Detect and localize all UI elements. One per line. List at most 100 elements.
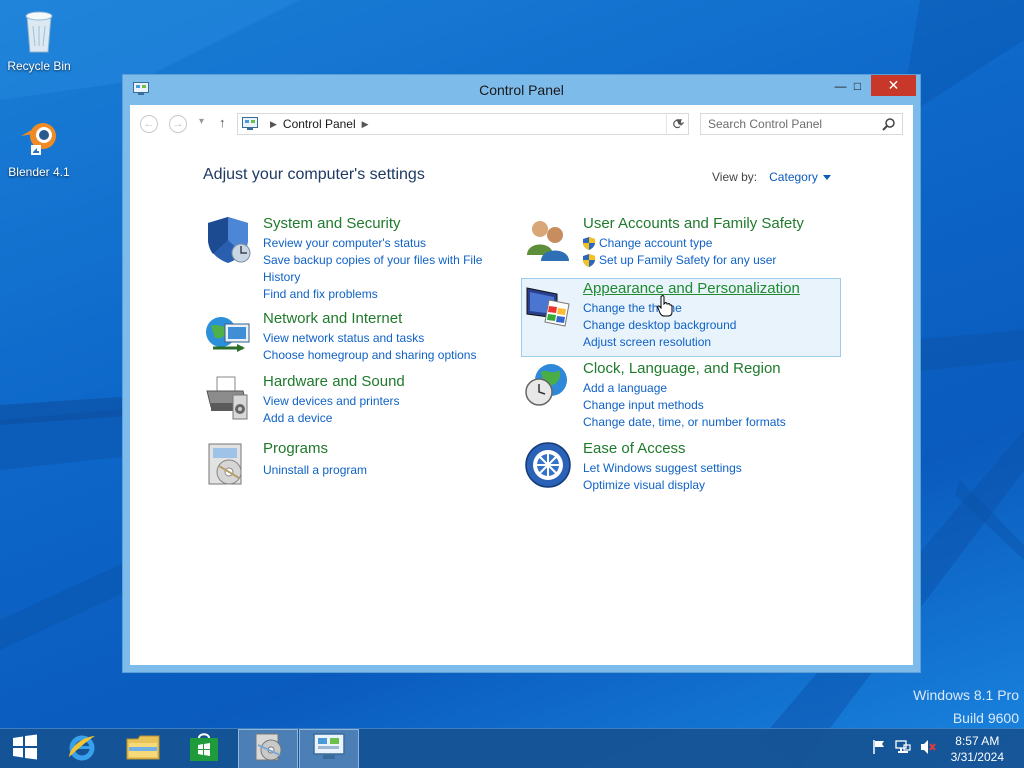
- recent-locations-button[interactable]: ▾: [199, 116, 204, 127]
- clock-time: 8:57 AM: [955, 734, 1000, 748]
- link-find-fix[interactable]: Find and fix problems: [263, 286, 482, 303]
- back-button[interactable]: ←: [140, 115, 158, 133]
- page-title: Adjust your computer's settings: [203, 166, 425, 183]
- breadcrumb-control-panel[interactable]: Control Panel: [283, 117, 356, 131]
- category-hardware-and-sound: Hardware and Sound View devices and prin…: [203, 373, 503, 433]
- category-links: Change account type Set up Family Safety…: [583, 235, 776, 269]
- programs-icon[interactable]: [203, 440, 253, 490]
- link-review-status[interactable]: Review your computer's status: [263, 235, 482, 252]
- category-links: Uninstall a program: [263, 462, 367, 479]
- category-title[interactable]: System and Security: [263, 215, 401, 232]
- taskbar-file-explorer[interactable]: [113, 729, 173, 768]
- blender-icon: [1, 116, 77, 163]
- start-icon: [12, 734, 38, 765]
- category-links: Add a language Change input methods Chan…: [583, 380, 786, 431]
- shield-icon[interactable]: [203, 215, 253, 265]
- link-visual-display[interactable]: Optimize visual display: [583, 477, 742, 494]
- control-panel-window: Control Panel — □ ✕ ← → ▾ ↑ ▶ Control Pa…: [122, 74, 921, 673]
- forward-button[interactable]: →: [169, 115, 187, 133]
- chevron-down-icon[interactable]: [822, 175, 831, 181]
- link-family-safety[interactable]: Set up Family Safety for any user: [583, 252, 776, 269]
- maximize-button[interactable]: □: [844, 75, 871, 96]
- taskbar-control-panel[interactable]: [299, 729, 359, 768]
- category-title[interactable]: Appearance and Personalization: [583, 280, 800, 297]
- clock-date: 3/31/2024: [950, 750, 1004, 764]
- link-homegroup[interactable]: Choose homegroup and sharing options: [263, 347, 476, 364]
- desktop-icon-blender[interactable]: Blender 4.1: [1, 116, 77, 179]
- start-button[interactable]: [0, 729, 50, 768]
- category-links: Review your computer's status Save backu…: [263, 235, 482, 303]
- media-icon: [252, 731, 284, 768]
- category-title[interactable]: Clock, Language, and Region: [583, 360, 781, 377]
- close-button[interactable]: ✕: [871, 75, 916, 96]
- link-save-backup[interactable]: Save backup copies of your files with Fi…: [263, 252, 482, 269]
- up-button[interactable]: ↑: [219, 115, 226, 130]
- network-icon[interactable]: [895, 739, 911, 760]
- watermark-edition: Windows 8.1 Pro: [913, 687, 1019, 703]
- desktop-icon-label: Blender 4.1: [8, 165, 70, 179]
- category-network-and-internet: Network and Internet View network status…: [203, 310, 503, 370]
- link-date-formats[interactable]: Change date, time, or number formats: [583, 414, 786, 431]
- action-center-flag-icon[interactable]: [872, 739, 886, 760]
- link-change-account-type[interactable]: Change account type: [583, 235, 776, 252]
- users-icon[interactable]: [523, 215, 573, 265]
- view-by-label: View by:: [712, 170, 758, 184]
- address-bar[interactable]: ▶ Control Panel ▶ ▼: [237, 113, 689, 135]
- desktop-icon-label: Recycle Bin: [7, 59, 71, 73]
- category-programs: Programs Uninstall a program: [203, 440, 503, 490]
- search-icon[interactable]: [882, 117, 896, 136]
- link-screen-resolution[interactable]: Adjust screen resolution: [583, 334, 736, 351]
- window-content: ← → ▾ ↑ ▶ Control Panel ▶ ▼ ⟳ Search Con…: [130, 105, 913, 665]
- title-bar[interactable]: Control Panel — □ ✕: [123, 75, 920, 105]
- category-title[interactable]: Network and Internet: [263, 310, 402, 327]
- link-uninstall[interactable]: Uninstall a program: [263, 462, 367, 479]
- clock-globe-icon[interactable]: [523, 360, 573, 410]
- network-icon[interactable]: [203, 310, 253, 360]
- desktop-icon-recycle-bin[interactable]: Recycle Bin: [1, 6, 77, 73]
- taskbar: 8:57 AM 3/31/2024: [0, 728, 1024, 768]
- category-title[interactable]: User Accounts and Family Safety: [583, 215, 804, 232]
- category-system-and-security: System and Security Review your computer…: [203, 215, 503, 305]
- control-panel-icon: [313, 732, 345, 766]
- category-user-accounts: User Accounts and Family Safety Change a…: [523, 215, 833, 275]
- category-clock-language-region: Clock, Language, and Region Add a langua…: [523, 360, 833, 435]
- search-input[interactable]: [701, 117, 871, 131]
- volume-muted-icon[interactable]: [920, 739, 936, 760]
- recycle-bin-icon: [1, 6, 77, 57]
- category-ease-of-access: Ease of Access Let Windows suggest setti…: [523, 440, 833, 500]
- taskbar-media[interactable]: [238, 729, 298, 768]
- category-title[interactable]: Hardware and Sound: [263, 373, 405, 390]
- printer-icon[interactable]: [203, 373, 253, 423]
- category-links: View devices and printers Add a device: [263, 393, 400, 427]
- internet-explorer-icon: [66, 731, 98, 768]
- system-tray: [872, 729, 936, 768]
- link-suggest-settings[interactable]: Let Windows suggest settings: [583, 460, 742, 477]
- refresh-button[interactable]: ⟳: [666, 113, 690, 135]
- link-network-status[interactable]: View network status and tasks: [263, 330, 476, 347]
- search-box[interactable]: [700, 113, 903, 135]
- category-appearance-and-personalization: Appearance and Personalization Change th…: [523, 280, 833, 355]
- taskbar-internet-explorer[interactable]: [52, 729, 112, 768]
- ease-of-access-icon[interactable]: [523, 440, 573, 490]
- category-links: View network status and tasks Choose hom…: [263, 330, 476, 364]
- link-add-language[interactable]: Add a language: [583, 380, 786, 397]
- link-add-device[interactable]: Add a device: [263, 410, 400, 427]
- link-devices-printers[interactable]: View devices and printers: [263, 393, 400, 410]
- view-by: View by: Category: [712, 170, 831, 184]
- window-title: Control Panel: [479, 82, 564, 98]
- refresh-icon: ⟳: [672, 115, 685, 132]
- category-title[interactable]: Programs: [263, 440, 328, 457]
- uac-shield-icon: [583, 254, 595, 272]
- chevron-right-icon[interactable]: ▶: [270, 119, 277, 130]
- link-save-backup-cont[interactable]: History: [263, 269, 482, 286]
- taskbar-clock[interactable]: 8:57 AM 3/31/2024: [951, 733, 1004, 765]
- taskbar-store[interactable]: [174, 729, 234, 768]
- chevron-right-icon[interactable]: ▶: [362, 119, 369, 130]
- link-input-methods[interactable]: Change input methods: [583, 397, 786, 414]
- watermark-build: Build 9600: [952, 710, 1019, 726]
- navigation-bar: ← → ▾ ↑ ▶ Control Panel ▶ ▼ ⟳: [130, 105, 913, 143]
- category-title[interactable]: Ease of Access: [583, 440, 686, 457]
- appearance-icon[interactable]: [523, 280, 573, 330]
- view-by-dropdown[interactable]: Category: [769, 170, 818, 184]
- category-links: Let Windows suggest settings Optimize vi…: [583, 460, 742, 494]
